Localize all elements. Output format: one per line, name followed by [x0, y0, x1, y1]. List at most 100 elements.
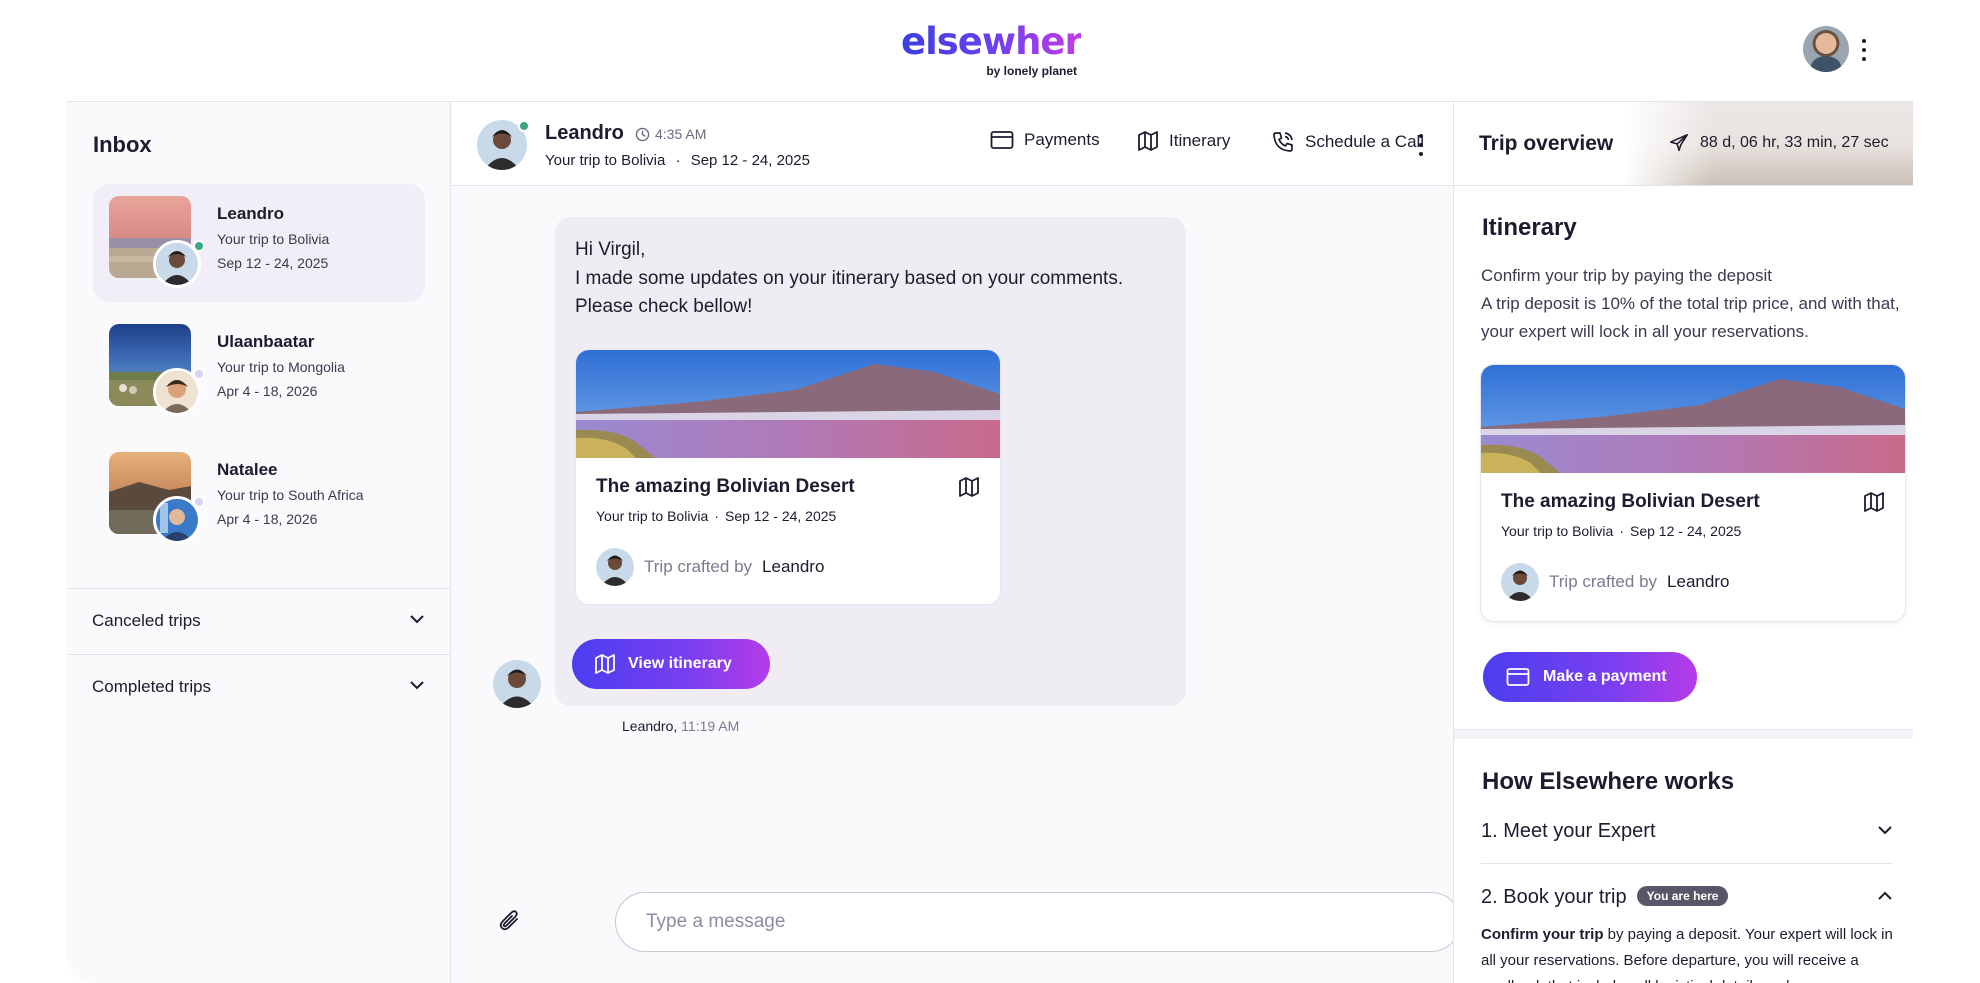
inbox-title: Inbox [93, 132, 152, 157]
airplane-icon [1669, 133, 1689, 152]
trip-summary: Your trip to Bolivia · Sep 12 - 24, 2025 [545, 152, 810, 169]
status-dot [193, 368, 205, 380]
card-title: The amazing Bolivian Desert [1501, 491, 1760, 512]
crafted-by-name: Leandro [1667, 572, 1730, 591]
credit-card-icon [1506, 668, 1530, 686]
trip-overview-title: Trip overview [1479, 132, 1614, 155]
top-bar: elsewhere by lonely planet [67, 0, 1913, 102]
conversation-item-ulaanbaatar[interactable]: Ulaanbaatar Your trip to Mongolia Apr 4 … [93, 312, 425, 430]
step-1-label: 1. Meet your Expert [1481, 820, 1656, 842]
account-menu-icon[interactable] [1861, 39, 1867, 61]
author-avatar [596, 548, 634, 586]
contact-name: Leandro [545, 122, 624, 144]
paperclip-icon[interactable] [497, 908, 523, 934]
card-subtitle: Your trip to Bolivia · Sep 12 - 24, 2025 [596, 508, 837, 524]
conversation-dates: Apr 4 - 18, 2026 [217, 511, 318, 527]
conversation-trip: Your trip to Bolivia [217, 231, 330, 247]
overview-itinerary-card[interactable]: The amazing Bolivian Desert Your trip to… [1480, 364, 1906, 622]
make-payment-button[interactable]: Make a payment [1483, 652, 1697, 702]
card-author: Trip crafted by Leandro [1501, 563, 1729, 601]
card-trip: Your trip to Bolivia [596, 508, 709, 524]
countdown-value: 88 d, 06 hr, 33 min, 27 sec [1700, 134, 1889, 151]
inbox-panel: Inbox Leandro Your trip to Bolivia Sep 1… [67, 102, 451, 983]
message-meta: Leandro, 11:19 AM [622, 718, 739, 734]
you-are-here-badge: You are here [1636, 886, 1729, 906]
conversation-name: Ulaanbaatar [217, 332, 315, 351]
map-icon [959, 477, 979, 497]
message-greeting: Hi Virgil, [575, 239, 646, 260]
step-2-bold: Confirm your trip [1481, 926, 1604, 943]
last-seen: 4:35 AM [635, 126, 706, 142]
canceled-trips-accordion[interactable]: Canceled trips [67, 588, 451, 654]
step-meet-expert[interactable]: 1. Meet your Expert [1481, 802, 1893, 864]
conversation-item-leandro[interactable]: Leandro Your trip to Bolivia Sep 12 - 24… [93, 184, 425, 302]
crafted-by-name: Leandro [762, 557, 825, 576]
canceled-trips-label: Canceled trips [92, 611, 201, 630]
step-2-heading: 2. Book your trip You are here [1481, 886, 1729, 909]
message-time: 11:19 AM [681, 718, 740, 734]
make-payment-label: Make a payment [1543, 668, 1667, 685]
crafted-by-label: Trip crafted by [1549, 572, 1658, 591]
schedule-call-label: Schedule a Call [1305, 132, 1425, 151]
step-2-label: 2. Book your trip [1481, 886, 1627, 908]
conversation-name: Natalee [217, 460, 278, 479]
view-itinerary-button[interactable]: View itinerary [572, 639, 770, 689]
online-status-dot [193, 240, 205, 252]
bolivian-desert-image [576, 350, 1000, 458]
status-dot [193, 496, 205, 508]
itinerary-button[interactable]: Itinerary [1137, 130, 1230, 152]
map-icon [1138, 131, 1158, 151]
app-window: elsewhere by lonely planet Inbox Leandro… [67, 0, 1913, 983]
conversation-trip: Your trip to South Africa [217, 487, 364, 503]
chevron-down-icon [410, 681, 424, 690]
confirm-line: Confirm your trip by paying the deposit [1481, 266, 1773, 285]
phone-call-icon [1273, 132, 1293, 152]
step-2-description: Confirm your trip by paying a deposit. Y… [1481, 922, 1901, 983]
message-input[interactable] [615, 892, 1461, 952]
trip-dates: Sep 12 - 24, 2025 [690, 152, 810, 169]
message-line-2: Please check bellow! [575, 296, 753, 317]
departure-countdown: 88 d, 06 hr, 33 min, 27 sec [1668, 132, 1889, 154]
payments-label: Payments [1024, 130, 1100, 149]
payments-button[interactable]: Payments [990, 130, 1100, 150]
conversation-trip: Your trip to Mongolia [217, 359, 345, 375]
chevron-down-icon [1878, 826, 1892, 835]
card-author: Trip crafted by Leandro [596, 548, 824, 586]
chevron-up-icon [1878, 891, 1892, 900]
elsewhere-logo[interactable]: elsewhere by lonely planet [901, 20, 1107, 79]
conversation-item-natalee[interactable]: Natalee Your trip to South Africa Apr 4 … [93, 440, 425, 558]
itinerary-card[interactable]: The amazing Bolivian Desert Your trip to… [575, 349, 1001, 605]
last-seen-time: 4:35 AM [655, 126, 707, 142]
bolivian-desert-image [1481, 365, 1905, 473]
completed-trips-label: Completed trips [92, 677, 212, 696]
completed-trips-accordion[interactable]: Completed trips [67, 654, 451, 720]
chat-options-icon[interactable] [1418, 134, 1424, 156]
itinerary-label: Itinerary [1169, 131, 1231, 150]
message-line-1: I made some updates on your itinerary ba… [575, 268, 1124, 289]
message-bubble: Hi Virgil, I made some updates on your i… [555, 217, 1186, 706]
crafted-by-label: Trip crafted by [644, 557, 753, 576]
map-icon [1864, 492, 1884, 512]
itinerary-section-title: Itinerary [1482, 214, 1577, 241]
step-book-trip[interactable]: 2. Book your trip You are here [1481, 868, 1893, 930]
logo-wordmark: elsewhere [901, 20, 1107, 63]
deposit-text: A trip deposit is 10% of the total trip … [1481, 294, 1900, 341]
card-subtitle: Your trip to Bolivia · Sep 12 - 24, 2025 [1501, 523, 1742, 539]
chevron-down-icon [410, 615, 424, 624]
chat-header: Leandro 4:35 AM Your trip to Bolivia · S… [452, 102, 1453, 186]
message-sender: Leandro, [622, 718, 678, 734]
clock-icon [635, 127, 650, 141]
card-dates: Sep 12 - 24, 2025 [1630, 523, 1742, 539]
card-title: The amazing Bolivian Desert [596, 476, 855, 497]
sender-avatar [493, 660, 541, 708]
card-trip: Your trip to Bolivia [1501, 523, 1614, 539]
user-avatar[interactable] [1803, 26, 1849, 72]
chat-panel: Leandro 4:35 AM Your trip to Bolivia · S… [452, 102, 1461, 983]
schedule-call-button[interactable]: Schedule a Call [1271, 130, 1424, 154]
credit-card-icon [990, 131, 1014, 149]
logo-subtitle: by lonely planet [986, 64, 1077, 78]
conversation-name: Leandro [217, 204, 285, 223]
author-avatar [1501, 563, 1539, 601]
trip-name: Your trip to Bolivia [545, 152, 666, 169]
card-dates: Sep 12 - 24, 2025 [725, 508, 837, 524]
